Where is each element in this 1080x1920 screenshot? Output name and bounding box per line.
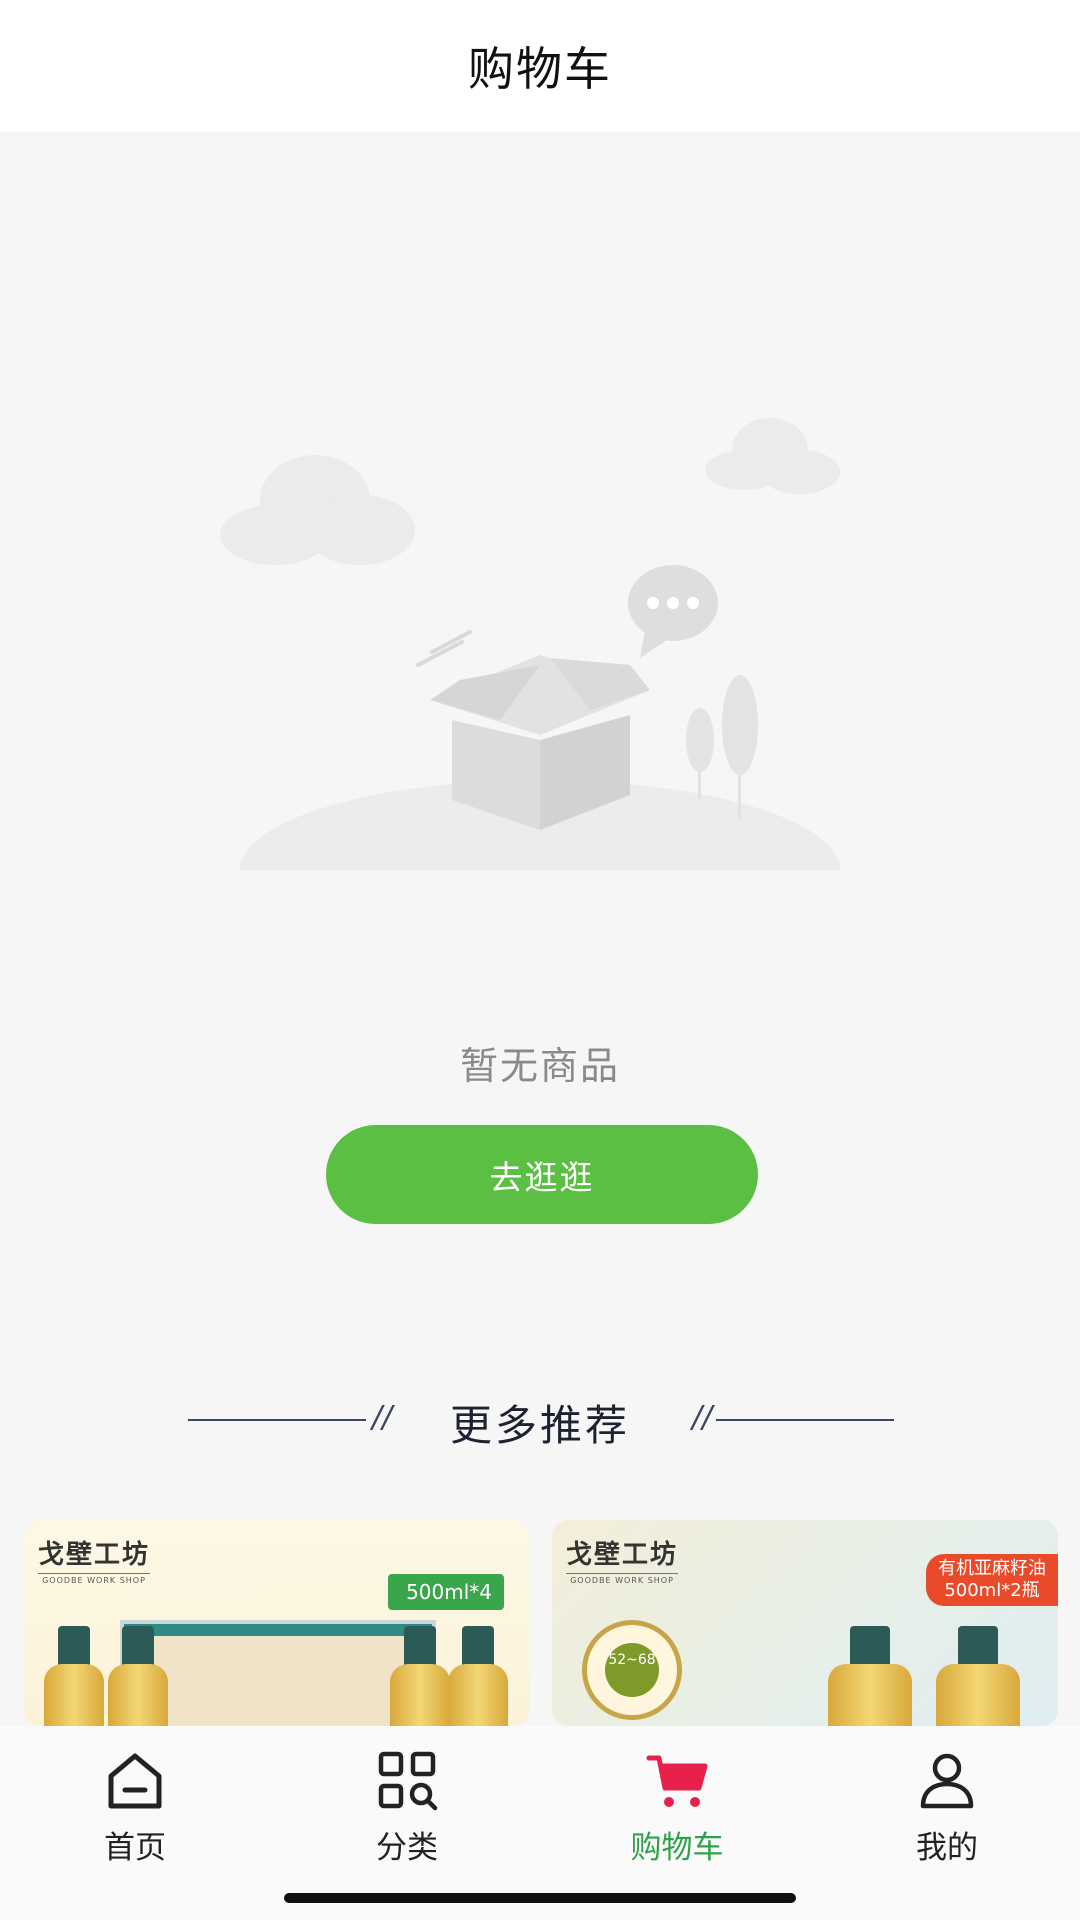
nutrition-badge: 52~68 xyxy=(582,1620,682,1720)
go-shopping-button[interactable]: 去逛逛 xyxy=(326,1125,758,1224)
tab-category-label: 分类 xyxy=(376,1830,438,1866)
oil-bottle-image xyxy=(108,1626,168,1726)
oil-bottle-image xyxy=(448,1626,508,1726)
page-title: 购物车 xyxy=(468,42,612,96)
divider-line-right xyxy=(716,1419,894,1421)
recommended-products: 戈壁工坊 GOODBE WORK SHOP 500ml*4 戈壁工坊 GOODB… xyxy=(24,1520,1060,1726)
tab-category[interactable]: 分类 xyxy=(322,1748,492,1867)
tab-profile-label: 我的 xyxy=(916,1830,978,1866)
home-icon xyxy=(108,1753,162,1809)
cloud-left xyxy=(220,455,415,565)
home-indicator[interactable] xyxy=(284,1893,796,1903)
recommend-title: 更多推荐 xyxy=(449,1401,630,1450)
oil-bottle-image xyxy=(44,1626,104,1726)
tab-cart-label: 购物车 xyxy=(630,1830,724,1866)
top-nav-bar: 购物车 xyxy=(0,0,1080,132)
chat-bubble-icon xyxy=(628,565,718,658)
empty-cart-message: 暂无商品 xyxy=(459,1044,620,1088)
brand-logo: 戈壁工坊 GOODBE WORK SHOP xyxy=(38,1540,151,1585)
cart-icon xyxy=(646,1755,708,1807)
oil-bottle-image xyxy=(828,1626,912,1726)
product-card[interactable]: 戈壁工坊 GOODBE WORK SHOP 500ml*4 xyxy=(24,1520,530,1726)
oil-bottle-image xyxy=(390,1626,450,1726)
oil-bottle-image xyxy=(936,1626,1020,1726)
brand-logo: 戈壁工坊 GOODBE WORK SHOP xyxy=(566,1540,679,1585)
tab-home-label: 首页 xyxy=(104,1830,166,1866)
empty-cart-illustration xyxy=(200,418,880,910)
product-tag: 500ml*4 xyxy=(388,1574,504,1610)
product-tag: 有机亚麻籽油 500ml*2瓶 xyxy=(926,1554,1058,1606)
tab-cart[interactable]: 购物车 xyxy=(592,1748,762,1867)
bottom-tab-bar: 首页 分类 购物车 我的 xyxy=(0,1726,1080,1920)
divider-slash-right: // xyxy=(692,1400,713,1435)
category-search-icon xyxy=(378,1751,438,1811)
recommend-section-header: // 更多推荐 // xyxy=(0,1390,1080,1450)
product-card[interactable]: 戈壁工坊 GOODBE WORK SHOP 有机亚麻籽油 500ml*2瓶 52… xyxy=(552,1520,1058,1726)
tab-home[interactable]: 首页 xyxy=(50,1748,220,1867)
user-icon xyxy=(920,1753,974,1809)
tab-profile[interactable]: 我的 xyxy=(862,1748,1032,1867)
cloud-right xyxy=(705,418,840,494)
